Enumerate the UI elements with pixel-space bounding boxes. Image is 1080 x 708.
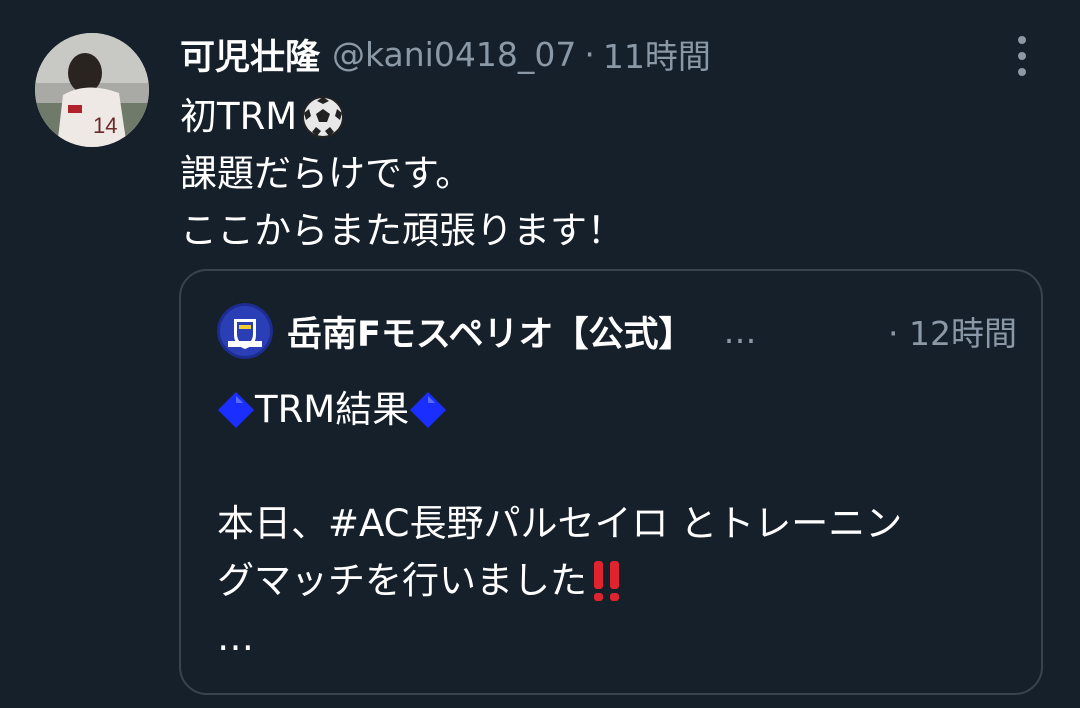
tweet-header: 可児壮隆 @kani0418_07 · 11時間 (180, 28, 711, 80)
profile-photo-icon: 14 (35, 33, 149, 147)
tweet-text: 初TRM 課題だらけです。 ここからまた頑張ります！ (180, 88, 1040, 259)
quoted-tweet-time: · 12時間 (888, 307, 1017, 355)
club-crest-icon (217, 303, 273, 359)
tweet-line: ここからまた頑張ります！ (180, 209, 624, 252)
quoted-body-line: グマッチを行いました (217, 552, 1017, 609)
quoted-tweet-text: TRM結果 本日、#AC長野パルセイロ とトレーニン グマッチを行いました … (217, 381, 1017, 666)
quoted-tweet[interactable]: 岳南Fモスペリオ【公式】 … · 12時間 TRM結果 本日、#AC長野パルセイ… (179, 269, 1043, 695)
more-dot (1018, 68, 1026, 76)
author-name[interactable]: 可児壮隆 (180, 29, 320, 80)
separator: · (584, 34, 595, 74)
quoted-heading-text: TRM結果 (255, 388, 410, 431)
more-dot (1018, 36, 1026, 44)
svg-text:14: 14 (93, 113, 117, 138)
avatar[interactable]: 14 (35, 33, 149, 147)
quoted-heading: TRM結果 (217, 381, 1017, 438)
more-dot (1018, 52, 1026, 60)
separator: · (888, 314, 899, 353)
soccer-ball-icon (302, 95, 345, 138)
tweet-line: 課題だらけです。 (180, 152, 473, 195)
name-truncation: … (723, 311, 757, 351)
read-more-ellipsis: … (217, 616, 254, 659)
more-options-icon[interactable] (1008, 36, 1036, 76)
blue-diamond-icon (410, 391, 447, 428)
tweet-line-text: 初TRM (180, 95, 298, 138)
quoted-author-name[interactable]: 岳南Fモスペリオ【公式】 (287, 306, 693, 357)
quoted-body-line-text: グマッチを行いました (217, 559, 587, 602)
quoted-body-line: 本日、#AC長野パルセイロ とトレーニン (217, 502, 903, 545)
double-exclamation-icon (594, 560, 619, 601)
blue-diamond-icon (218, 391, 254, 428)
author-handle[interactable]: @kani0418_07 (332, 35, 576, 74)
tweet-line: 初TRM (180, 88, 1040, 145)
quoted-tweet-header: 岳南Fモスペリオ【公式】 … · 12時間 (217, 303, 1017, 359)
quoted-time-text: 12時間 (909, 314, 1017, 353)
tweet-time[interactable]: 11時間 (603, 30, 711, 78)
